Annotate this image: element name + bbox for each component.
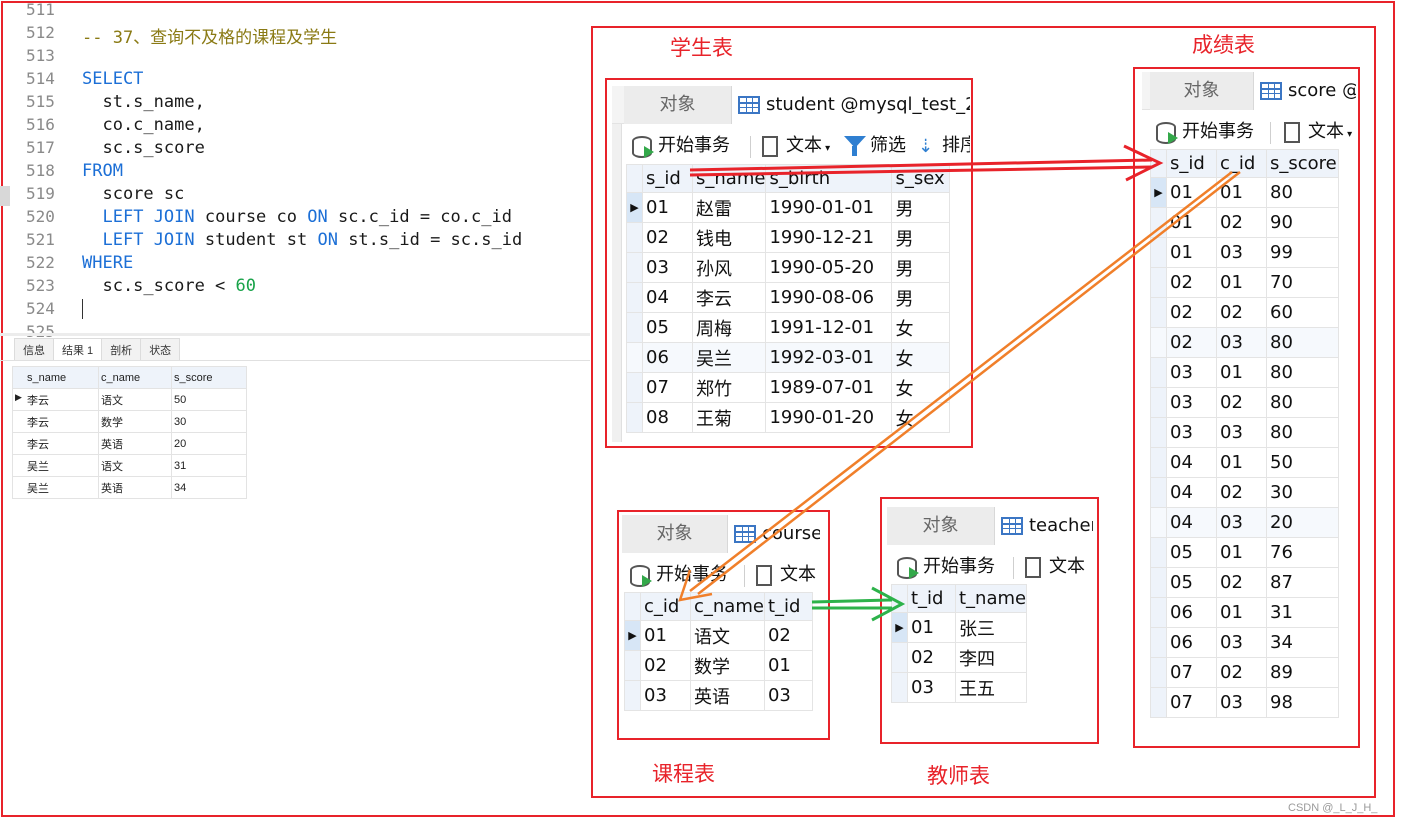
arrow-course-to-teacher xyxy=(811,586,906,622)
watermark: CSDN @_L_J_H_ xyxy=(1288,802,1378,814)
arrow-score-to-course xyxy=(678,171,1241,602)
relation-arrows xyxy=(678,144,1241,622)
arrow-student-to-score xyxy=(689,144,1164,182)
